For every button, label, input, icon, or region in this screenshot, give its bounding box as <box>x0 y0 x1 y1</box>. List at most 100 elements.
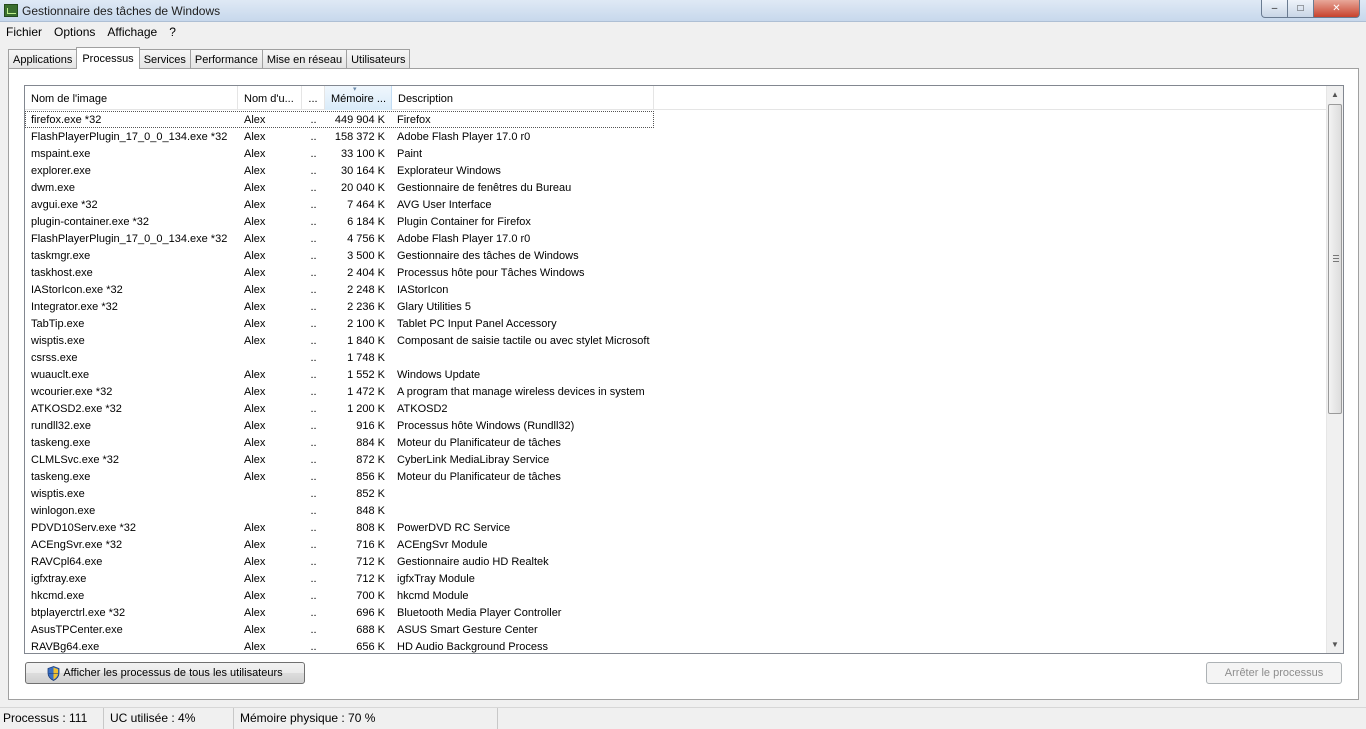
table-row[interactable]: RAVBg64.exe Alex.. 656 K HD Audio Backgroun… <box>25 638 1329 653</box>
menu-options[interactable]: Options <box>48 25 101 39</box>
table-row[interactable]: firefox.exe *32 Alex.. 449 904 K Firefox <box>25 111 654 128</box>
process-memory: 884 K <box>356 436 385 449</box>
table-row[interactable]: IAStorIcon.exe *32 Alex.. 2 248 K IAStorIco… <box>25 281 1329 298</box>
process-description: Paint <box>397 147 423 160</box>
minimize-button[interactable]: – <box>1261 0 1288 18</box>
process-user: Alex <box>244 249 266 262</box>
process-name: taskeng.exe <box>31 470 91 483</box>
table-row[interactable]: FlashPlayerPlugin_17_0_0_134.exe *32 Alex… <box>25 230 1329 247</box>
table-row[interactable]: taskeng.exe Alex.. 856 K Moteur du Planific… <box>25 468 1329 485</box>
process-cpu: .. <box>310 555 317 568</box>
process-user: Alex <box>244 453 266 466</box>
process-user: Alex <box>244 436 266 449</box>
table-row[interactable]: rundll32.exe Alex.. 916 K Processus hôte Wi… <box>25 417 1329 434</box>
table-row[interactable]: wuauclt.exe Alex.. 1 552 K Windows Update <box>25 366 1329 383</box>
column-header-user-name[interactable]: Nom d'u... <box>238 86 302 110</box>
process-user: Alex <box>244 130 266 143</box>
table-row[interactable]: CLMLSvc.exe *32 Alex.. 872 K CyberLink Medi… <box>25 451 1329 468</box>
table-row[interactable]: wisptis.exe.. 852 K <box>25 485 1329 502</box>
end-process-button[interactable]: Arrêter le processus <box>1206 662 1342 684</box>
show-all-users-processes-button[interactable]: Afficher les processus de tous les utili… <box>25 662 305 684</box>
process-name: RAVCpl64.exe <box>31 555 103 568</box>
table-row[interactable]: dwm.exe Alex.. 20 040 K Gestionnaire de fen… <box>25 179 1329 196</box>
close-button[interactable]: ✕ <box>1314 0 1360 18</box>
vertical-scrollbar[interactable]: ▲ ▼ <box>1326 86 1343 653</box>
process-user: Alex <box>244 368 266 381</box>
process-name: winlogon.exe <box>31 504 96 517</box>
table-row[interactable]: hkcmd.exe Alex.. 700 K hkcmd Module <box>25 587 1329 604</box>
process-name: PDVD10Serv.exe *32 <box>31 521 136 534</box>
table-row[interactable]: wcourier.exe *32 Alex.. 1 472 K A program t… <box>25 383 1329 400</box>
table-row[interactable]: taskeng.exe Alex.. 884 K Moteur du Planific… <box>25 434 1329 451</box>
process-memory: 1 472 K <box>347 385 385 398</box>
column-header-description[interactable]: Description <box>392 86 654 110</box>
table-row[interactable]: csrss.exe.. 1 748 K <box>25 349 1329 366</box>
table-row[interactable]: plugin-container.exe *32 Alex.. 6 184 K Plu… <box>25 213 1329 230</box>
process-description: Bluetooth Media Player Controller <box>397 606 562 619</box>
process-memory: 688 K <box>356 623 385 636</box>
column-header-image-name[interactable]: Nom de l'image <box>25 86 238 110</box>
process-list[interactable]: Nom de l'image Nom d'u... ... ▾ Mémoire … <box>24 85 1344 654</box>
window-controls: – □ ✕ <box>1261 0 1360 18</box>
table-row[interactable]: explorer.exe Alex.. 30 164 K Explorateur Wi… <box>25 162 1329 179</box>
table-row[interactable]: wisptis.exe Alex.. 1 840 K Composant de sai… <box>25 332 1329 349</box>
scrollbar-thumb[interactable] <box>1328 104 1342 414</box>
maximize-button[interactable]: □ <box>1288 0 1314 18</box>
tab-services[interactable]: Services <box>139 49 190 69</box>
process-memory: 872 K <box>356 453 385 466</box>
process-user: Alex <box>244 572 266 585</box>
process-description: A program that manage wireless devices i… <box>397 385 645 398</box>
process-name: firefox.exe *32 <box>31 113 102 126</box>
table-row[interactable]: TabTip.exe Alex.. 2 100 K Tablet PC Input P… <box>25 315 1329 332</box>
table-row[interactable]: btplayerctrl.exe *32 Alex.. 696 K Bluetooth… <box>25 604 1329 621</box>
process-user: Alex <box>244 640 266 653</box>
process-memory: 158 372 K <box>334 130 385 143</box>
table-row[interactable]: PDVD10Serv.exe *32 Alex.. 808 K PowerDVD RC… <box>25 519 1329 536</box>
process-cpu: .. <box>310 453 317 466</box>
process-cpu: .. <box>310 249 317 262</box>
scroll-down-arrow-icon[interactable]: ▼ <box>1327 636 1343 653</box>
process-name: ACEngSvr.exe *32 <box>31 538 123 551</box>
process-memory: 7 464 K <box>347 198 385 211</box>
process-description: Glary Utilities 5 <box>397 300 471 313</box>
tab-mise-en-reseau[interactable]: Mise en réseau <box>261 49 347 69</box>
menu-help[interactable]: ? <box>163 25 182 39</box>
table-row[interactable]: RAVCpl64.exe Alex.. 712 K Gestionnaire audi… <box>25 553 1329 570</box>
table-row[interactable]: AsusTPCenter.exe Alex.. 688 K ASUS Smart Ge… <box>25 621 1329 638</box>
process-memory: 856 K <box>356 470 385 483</box>
process-cpu: .. <box>310 181 317 194</box>
table-row[interactable]: mspaint.exe Alex.. 33 100 K Paint <box>25 145 1329 162</box>
process-user: Alex <box>244 266 266 279</box>
status-bar: Processus : 111 UC utilisée : 4% Mémoire… <box>0 707 1366 729</box>
process-name: taskhost.exe <box>31 266 93 279</box>
process-user: Alex <box>244 606 266 619</box>
column-header-memory[interactable]: ▾ Mémoire ... <box>325 86 392 110</box>
table-row[interactable]: winlogon.exe.. 848 K <box>25 502 1329 519</box>
table-row[interactable]: Integrator.exe *32 Alex.. 2 236 K Glary Uti… <box>25 298 1329 315</box>
process-name: btplayerctrl.exe *32 <box>31 606 126 619</box>
table-row[interactable]: avgui.exe *32 Alex.. 7 464 K AVG User Inter… <box>25 196 1329 213</box>
tab-applications[interactable]: Applications <box>8 49 77 69</box>
table-row[interactable]: FlashPlayerPlugin_17_0_0_134.exe *32 Alex… <box>25 128 1329 145</box>
process-cpu: .. <box>310 623 317 636</box>
process-memory: 808 K <box>356 521 385 534</box>
scroll-up-arrow-icon[interactable]: ▲ <box>1327 86 1343 103</box>
process-description: Explorateur Windows <box>397 164 501 177</box>
menu-fichier[interactable]: Fichier <box>0 25 48 39</box>
process-memory: 916 K <box>356 419 385 432</box>
tab-utilisateurs[interactable]: Utilisateurs <box>346 49 411 69</box>
menu-affichage[interactable]: Affichage <box>101 25 163 39</box>
tab-processus[interactable]: Processus <box>76 47 140 69</box>
process-user: Alex <box>244 181 266 194</box>
tab-performance[interactable]: Performance <box>189 49 262 69</box>
process-memory: 2 236 K <box>347 300 385 313</box>
table-row[interactable]: ATKOSD2.exe *32 Alex.. 1 200 K ATKOSD2 <box>25 400 1329 417</box>
table-row[interactable]: ACEngSvr.exe *32 Alex.. 716 K ACEngSvr Modu… <box>25 536 1329 553</box>
column-header-cpu[interactable]: ... <box>302 86 325 110</box>
table-row[interactable]: taskmgr.exe Alex.. 3 500 K Gestionnaire des… <box>25 247 1329 264</box>
process-memory: 2 100 K <box>347 317 385 330</box>
process-name: Integrator.exe *32 <box>31 300 118 313</box>
process-user: Alex <box>244 232 266 245</box>
table-row[interactable]: igfxtray.exe Alex.. 712 K igfxTray Module <box>25 570 1329 587</box>
table-row[interactable]: taskhost.exe Alex.. 2 404 K Processus hôte … <box>25 264 1329 281</box>
